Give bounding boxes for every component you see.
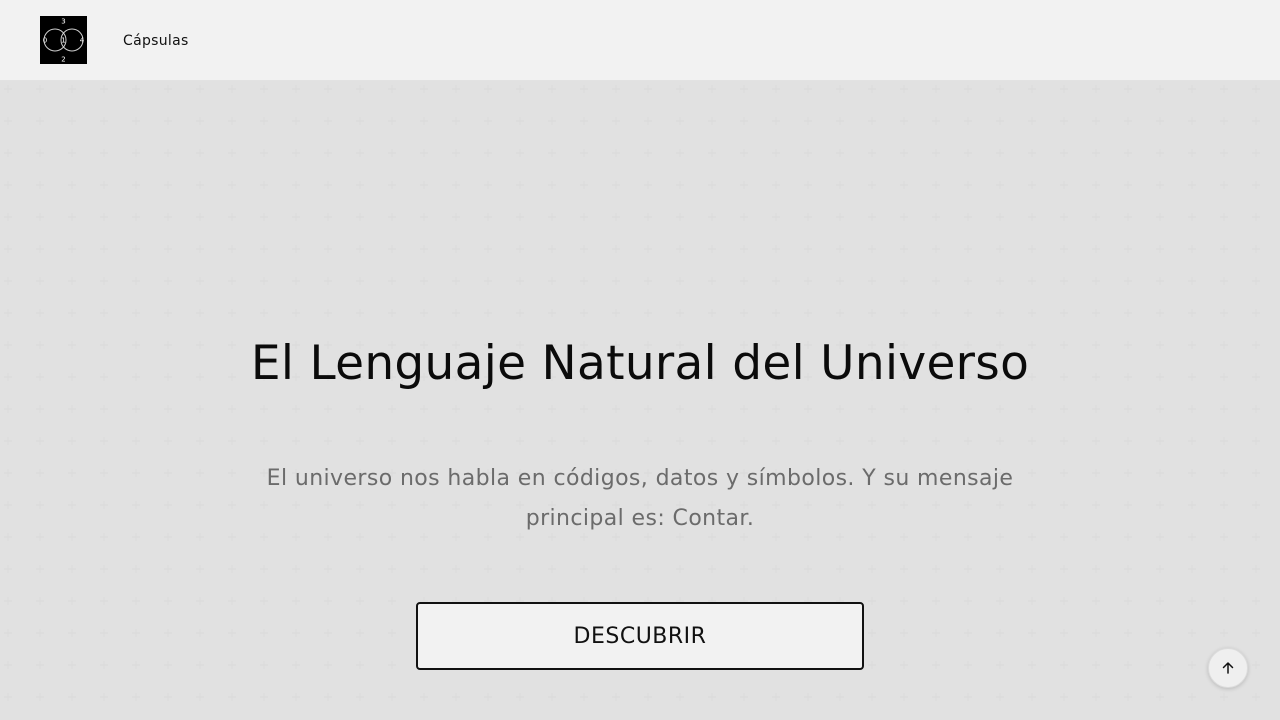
nav-link-capsulas[interactable]: Cápsulas (123, 33, 189, 49)
discover-button[interactable]: DESCUBRIR (416, 602, 864, 670)
logo-icon[interactable]: 3 0 1 4 2 (40, 16, 87, 64)
logo-digit-bottom: 2 (61, 56, 65, 64)
logo-digit-center: 1 (61, 37, 65, 45)
scroll-to-top-button[interactable] (1208, 648, 1248, 688)
site-header: 3 0 1 4 2 Cápsulas (0, 0, 1280, 81)
logo-digit-top: 3 (61, 18, 65, 26)
hero-description: El universo nos habla en códigos, datos … (266, 466, 1014, 531)
logo-digit-left: 0 (43, 37, 47, 45)
arrow-up-icon (1222, 662, 1234, 674)
hero-title: El Lenguaje Natural del Universo (250, 336, 1030, 391)
logo-digit-right: 4 (80, 37, 85, 45)
page: 3 0 1 4 2 Cápsulas El Lenguaje Natural d… (0, 0, 1280, 720)
